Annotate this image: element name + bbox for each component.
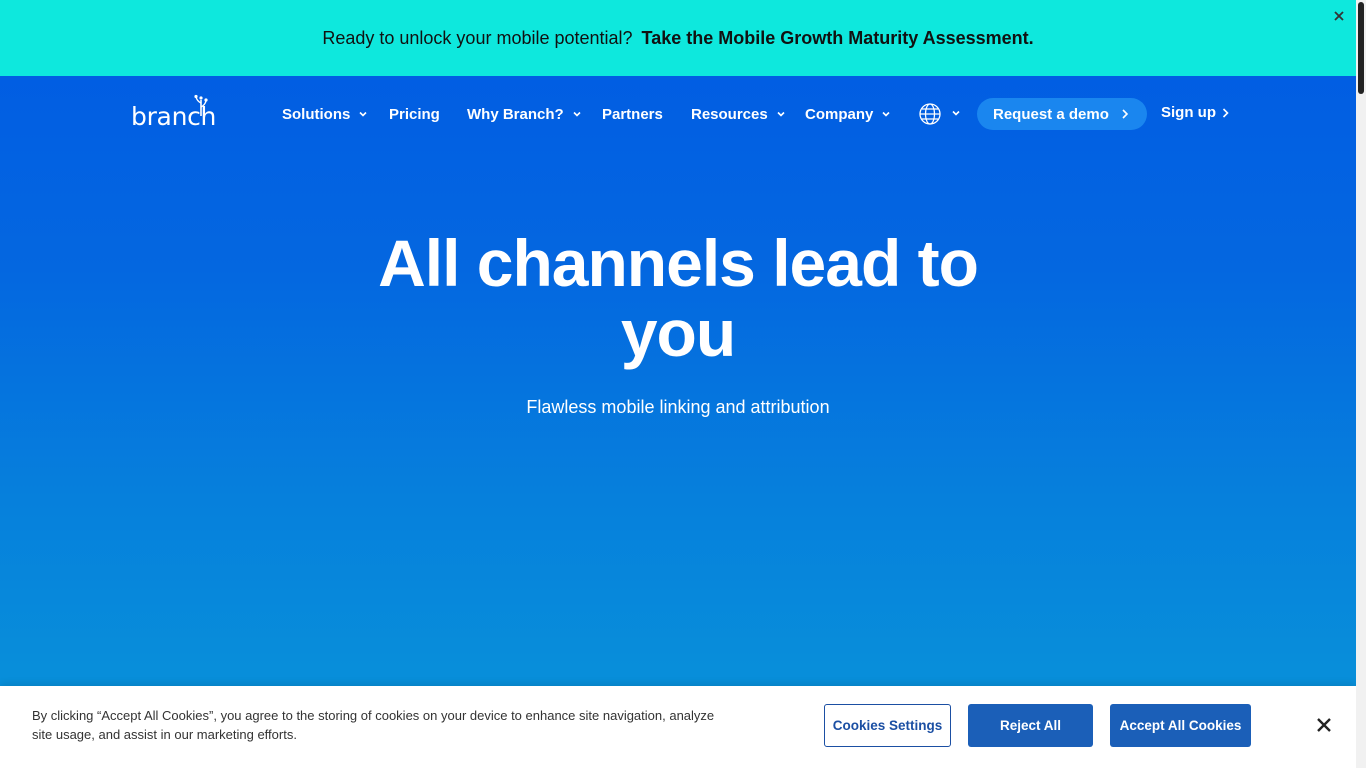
- accept-all-cookies-button[interactable]: Accept All Cookies: [1110, 704, 1251, 747]
- announcement-close-icon[interactable]: [1332, 9, 1346, 23]
- page: Ready to unlock your mobile potential? T…: [0, 0, 1356, 768]
- nav-resources-label: Resources: [691, 105, 768, 123]
- branch-logo[interactable]: branch: [131, 94, 216, 131]
- request-demo-label: Request a demo: [993, 105, 1109, 123]
- language-chevron-down-icon[interactable]: [951, 108, 961, 118]
- sign-up-link[interactable]: Sign up: [1161, 104, 1229, 121]
- chevron-down-icon: [882, 111, 890, 117]
- request-demo-button[interactable]: Request a demo: [977, 98, 1147, 130]
- chevron-right-icon: [1222, 107, 1229, 118]
- sprout-icon: [194, 94, 208, 116]
- nav-why-branch[interactable]: Why Branch?: [467, 104, 582, 124]
- nav-pricing-label: Pricing: [389, 105, 440, 123]
- page-scrollbar[interactable]: [1356, 0, 1366, 768]
- chevron-down-icon: [777, 111, 785, 117]
- announcement-text: Ready to unlock your mobile potential?: [322, 27, 633, 48]
- chevron-down-icon: [359, 111, 367, 117]
- cookie-banner: By clicking “Accept All Cookies”, you ag…: [0, 686, 1356, 768]
- sign-up-label: Sign up: [1161, 104, 1216, 121]
- nav-company-label: Company: [805, 105, 874, 123]
- nav-resources[interactable]: Resources: [691, 104, 786, 124]
- nav-partners[interactable]: Partners: [602, 104, 663, 124]
- nav-solutions[interactable]: Solutions: [282, 104, 368, 124]
- reject-all-button[interactable]: Reject All: [968, 704, 1093, 747]
- nav-partners-label: Partners: [602, 105, 663, 123]
- globe-icon[interactable]: [918, 102, 942, 126]
- scrollbar-thumb[interactable]: [1358, 2, 1364, 94]
- cookie-banner-text: By clicking “Accept All Cookies”, you ag…: [32, 708, 715, 742]
- nav-company[interactable]: Company: [805, 104, 891, 124]
- nav-solutions-label: Solutions: [282, 105, 351, 123]
- announcement-bar: Ready to unlock your mobile potential? T…: [0, 0, 1356, 76]
- nav-pricing[interactable]: Pricing: [389, 104, 440, 124]
- main-nav: branch Solutions Pricing Why Branch? Par…: [0, 76, 1356, 150]
- chevron-down-icon: [573, 111, 581, 117]
- cookie-close-icon[interactable]: [1314, 715, 1334, 735]
- cookies-settings-button[interactable]: Cookies Settings: [824, 704, 951, 747]
- hero-subtitle: Flawless mobile linking and attribution: [526, 397, 830, 417]
- nav-why-branch-label: Why Branch?: [467, 105, 564, 123]
- announcement-link[interactable]: Take the Mobile Growth Maturity Assessme…: [642, 28, 1034, 49]
- hero-title: All channels lead to you: [378, 226, 979, 370]
- chevron-right-icon: [1122, 109, 1129, 119]
